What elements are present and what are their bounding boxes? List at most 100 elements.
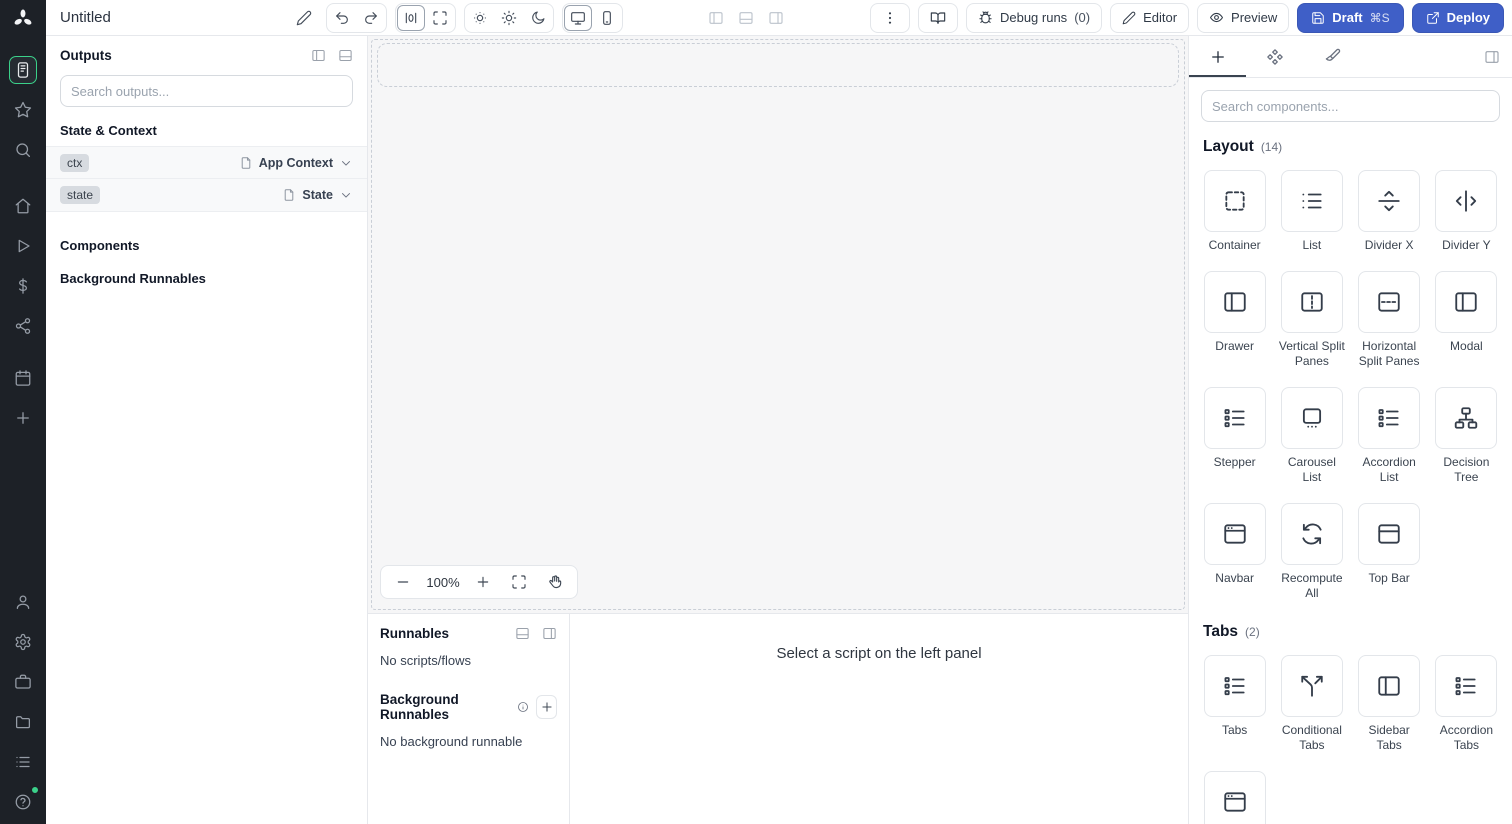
search-outputs-input[interactable]: [60, 75, 353, 107]
add-icon[interactable]: [9, 404, 37, 432]
conditional-tabs-icon: [1299, 673, 1325, 699]
help-icon[interactable]: [9, 786, 39, 816]
state-context-header: State & Context: [60, 123, 157, 138]
component-card-accordion-list[interactable]: Accordion List: [1356, 387, 1423, 485]
desktop-view-button[interactable]: [564, 4, 592, 31]
component-card-modal[interactable]: Modal: [1433, 271, 1500, 369]
apps-nav-icon[interactable]: [9, 56, 37, 84]
component-card-vertical-split[interactable]: Vertical Split Panes: [1278, 271, 1345, 369]
tab-component-settings[interactable]: [1246, 36, 1303, 77]
app-title[interactable]: Untitled: [60, 9, 282, 26]
more-menu-button[interactable]: [869, 2, 910, 33]
component-card-list[interactable]: List: [1278, 170, 1345, 253]
component-card-partial[interactable]: [1201, 771, 1268, 824]
collapse-right-panel-icon[interactable]: [1484, 36, 1512, 77]
device-group: [562, 2, 623, 33]
draft-button[interactable]: Draft ⌘S: [1297, 2, 1404, 33]
deploy-button[interactable]: Deploy: [1411, 2, 1504, 33]
toggle-left-panel-icon[interactable]: [708, 10, 724, 26]
tab-styling[interactable]: [1303, 36, 1360, 77]
navbar-icon: [1222, 521, 1248, 547]
fullwidth-button[interactable]: [426, 5, 454, 31]
components-panel: Layout (14) Container List Divider X Div…: [1188, 36, 1512, 824]
app-canvas[interactable]: 100%: [368, 36, 1188, 614]
component-card-stepper[interactable]: Stepper: [1201, 387, 1268, 485]
components-tabs: [1189, 36, 1512, 78]
editor-button[interactable]: Editor: [1110, 2, 1190, 33]
component-card-horizontal-split[interactable]: Horizontal Split Panes: [1356, 271, 1423, 369]
edit-title-button[interactable]: [290, 5, 318, 31]
component-card-top-bar[interactable]: Top Bar: [1356, 503, 1423, 601]
expand-rows-icon[interactable]: [338, 48, 353, 63]
expand-panel-icon[interactable]: [542, 626, 557, 641]
favorites-icon[interactable]: [9, 96, 37, 124]
chevron-down-icon[interactable]: [339, 188, 353, 202]
ctx-row[interactable]: ctx App Context: [46, 146, 367, 179]
component-card-sidebar-tabs[interactable]: Sidebar Tabs: [1356, 655, 1423, 753]
theme-light-button[interactable]: [495, 5, 523, 31]
tab-insert-component[interactable]: [1189, 36, 1246, 77]
resources-icon[interactable]: [9, 312, 37, 340]
windmill-logo[interactable]: [12, 8, 34, 30]
collapse-panel-icon[interactable]: [311, 48, 326, 63]
runs-icon[interactable]: [9, 232, 37, 260]
logs-icon[interactable]: [9, 748, 37, 776]
components-header: Components: [60, 238, 140, 253]
docs-button[interactable]: [917, 2, 958, 33]
pan-hand-button[interactable]: [537, 568, 573, 596]
component-card-tabs[interactable]: Tabs: [1201, 655, 1268, 753]
search-components-input[interactable]: [1201, 90, 1500, 122]
folders-icon[interactable]: [9, 708, 37, 736]
theme-dark-button[interactable]: [524, 5, 552, 31]
dock-panel-icon[interactable]: [515, 626, 530, 641]
state-row[interactable]: state State: [46, 179, 367, 212]
component-card-decision-tree[interactable]: Decision Tree: [1433, 387, 1500, 485]
component-card-conditional-tabs[interactable]: Conditional Tabs: [1278, 655, 1345, 753]
variables-icon[interactable]: [9, 272, 37, 300]
runnables-title: Runnables: [380, 626, 450, 641]
component-card-divider-x[interactable]: Divider X: [1356, 170, 1423, 253]
debug-runs-button[interactable]: Debug runs (0): [965, 2, 1103, 33]
toggle-bottom-panel-icon[interactable]: [738, 10, 754, 26]
state-chip: state: [60, 186, 101, 204]
workers-icon[interactable]: [9, 668, 37, 696]
theme-auto-button[interactable]: [466, 5, 494, 31]
add-background-runnable-button[interactable]: [536, 695, 557, 719]
redo-button[interactable]: [357, 5, 385, 31]
outputs-title: Outputs: [60, 48, 112, 63]
component-card-accordion-tabs[interactable]: Accordion Tabs: [1433, 655, 1500, 753]
component-card-container[interactable]: Container: [1201, 170, 1268, 253]
undo-redo-group: [326, 2, 387, 33]
schedules-icon[interactable]: [9, 364, 37, 392]
pencil-icon: [1122, 11, 1136, 25]
component-card-drawer[interactable]: Drawer: [1201, 271, 1268, 369]
home-icon[interactable]: [9, 192, 37, 220]
chevron-down-icon[interactable]: [339, 156, 353, 170]
zoom-toolbar: 100%: [380, 565, 578, 599]
component-card-navbar[interactable]: Navbar: [1201, 503, 1268, 601]
mobile-view-button[interactable]: [593, 5, 621, 31]
info-icon[interactable]: [517, 700, 529, 714]
settings-gear-icon[interactable]: [9, 628, 37, 656]
accordion-list-icon: [1376, 405, 1402, 431]
accordion-tabs-icon: [1453, 673, 1479, 699]
undo-button[interactable]: [328, 5, 356, 31]
background-empty-text: No background runnable: [380, 734, 523, 749]
zoom-out-button[interactable]: [385, 568, 421, 596]
runnables-panel: Runnables No scripts/flows Background Ru…: [368, 614, 570, 824]
eye-icon: [1209, 10, 1224, 25]
component-card-carousel-list[interactable]: Carousel List: [1278, 387, 1345, 485]
editor-label: Editor: [1143, 10, 1178, 25]
preview-button[interactable]: Preview: [1197, 2, 1290, 33]
grid-compact-button[interactable]: [397, 4, 425, 31]
search-icon[interactable]: [9, 136, 37, 164]
component-card-recompute-all[interactable]: Recompute All: [1278, 503, 1345, 601]
list-icon: [1299, 188, 1325, 214]
top-bar-icon: [1376, 521, 1402, 547]
zoom-in-button[interactable]: [465, 568, 501, 596]
toggle-right-panel-icon[interactable]: [768, 10, 784, 26]
canvas-dropzone[interactable]: [377, 43, 1179, 87]
user-icon[interactable]: [9, 588, 37, 616]
fit-view-button[interactable]: [501, 568, 537, 596]
component-card-divider-y[interactable]: Divider Y: [1433, 170, 1500, 253]
